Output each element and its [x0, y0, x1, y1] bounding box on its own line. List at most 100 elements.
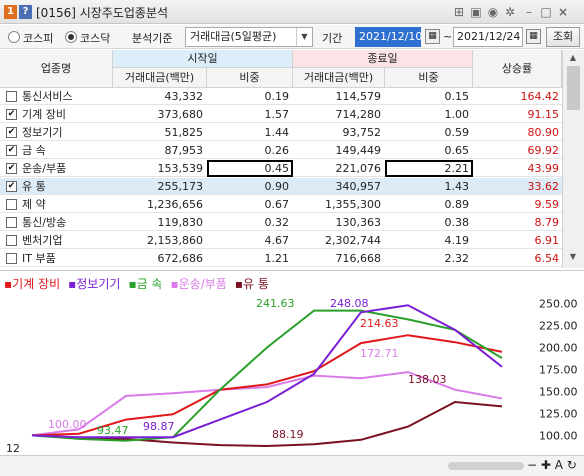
- sector-name: 기계 장비: [22, 108, 66, 121]
- end-amount: 714,280: [335, 108, 382, 121]
- chart-annotation: 93.47: [97, 424, 129, 437]
- screen-number-badge[interactable]: 1: [4, 5, 17, 19]
- chart-plot: 250.00 225.00 200.00 175.00 150.00 125.00 100.…: [31, 297, 578, 448]
- market-kosdaq-radio[interactable]: [65, 31, 77, 43]
- maximize-icon[interactable]: □: [539, 5, 553, 19]
- rise-rate: 91.15: [527, 108, 560, 121]
- row-checkbox[interactable]: ✔: [6, 163, 17, 174]
- table-scrollbar[interactable]: ▲ ▼: [562, 50, 584, 268]
- end-amount: 114,579: [335, 90, 382, 103]
- chart-annotation: 241.63: [256, 297, 295, 310]
- market-kosdaq-label[interactable]: 코스닥: [80, 30, 110, 46]
- chevron-down-icon[interactable]: ▼: [296, 28, 312, 46]
- row-checkbox[interactable]: [6, 253, 17, 264]
- start-ratio: 0.19: [264, 90, 290, 103]
- chart-annotation: 98.87: [143, 420, 175, 433]
- end-ratio: 0.89: [444, 198, 470, 211]
- end-amount: 149,449: [335, 144, 382, 157]
- header-start-ratio[interactable]: 비중: [207, 68, 293, 88]
- header-start-amount[interactable]: 거래대금(백만): [113, 68, 207, 88]
- start-ratio: 0.26: [264, 144, 290, 157]
- header-end-day: 종료일: [293, 50, 473, 68]
- start-ratio: 4.67: [264, 234, 290, 247]
- header-rise-rate[interactable]: 상승률: [473, 50, 562, 88]
- link-icon[interactable]: ⊞: [452, 5, 466, 19]
- start-amount: 255,173: [157, 180, 204, 193]
- rise-rate: 69.92: [527, 144, 560, 157]
- end-amount: 1,355,300: [325, 198, 381, 211]
- scroll-up-icon[interactable]: ▲: [566, 53, 580, 65]
- table-row[interactable]: 통신서비스 43,332 0.19 114,579 0.15 164.42: [0, 88, 562, 105]
- table-row[interactable]: 통신/방송 119,830 0.32 130,363 0.38 8.79: [0, 214, 562, 231]
- header-end-ratio[interactable]: 비중: [385, 68, 473, 88]
- row-checkbox[interactable]: [6, 235, 17, 246]
- row-checkbox[interactable]: ✔: [6, 145, 17, 156]
- end-amount: 130,363: [335, 216, 382, 229]
- end-amount: 340,957: [335, 180, 382, 193]
- title-bar: 1 ? [0156] 시장주도업종분석 ⊞ ▣ ◉ ✲ – □ ×: [0, 0, 584, 24]
- row-checkbox[interactable]: ✔: [6, 181, 17, 192]
- print-icon[interactable]: ▣: [469, 5, 483, 19]
- end-calendar-icon[interactable]: ▦: [526, 29, 541, 44]
- end-ratio: 1.43: [444, 180, 470, 193]
- period-label: 기간: [322, 32, 343, 45]
- chart-zoom-slider[interactable]: [448, 462, 524, 470]
- start-amount: 51,825: [164, 126, 204, 139]
- query-button[interactable]: 조회: [546, 27, 580, 47]
- sector-chart: ▪기계 장비 ▪정보기기 ▪금 속 ▪운송/부품 ▪유 통 250.00 225.00 20…: [0, 270, 584, 476]
- help-badge[interactable]: ?: [19, 5, 32, 19]
- scrollbar-thumb[interactable]: [567, 66, 580, 110]
- criteria-select-value: 거래대금(5일평균): [190, 30, 277, 43]
- table-row[interactable]: ✔ 금 속 87,953 0.26 149,449 0.65 69.92: [0, 142, 562, 159]
- sector-name: IT 부품: [22, 252, 56, 265]
- start-date-input[interactable]: 2021/12/10: [355, 27, 422, 47]
- settings-icon[interactable]: ✲: [503, 5, 517, 19]
- criteria-select[interactable]: 거래대금(5일평균) ▼: [185, 27, 313, 47]
- minimize-icon[interactable]: –: [522, 5, 536, 19]
- filter-toolbar: 코스피 코스닥 분석기준 거래대금(5일평균) ▼ 기간 2021/12/10 …: [0, 25, 584, 49]
- table-row[interactable]: 제 약 1,236,656 0.67 1,355,300 0.89 9.59: [0, 196, 562, 213]
- header-end-amount[interactable]: 거래대금(백만): [293, 68, 385, 88]
- market-kospi-radio[interactable]: [8, 31, 20, 43]
- end-date-input[interactable]: 2021/12/24: [453, 27, 523, 47]
- end-amount: 93,752: [342, 126, 382, 139]
- chart-annotation: 248.08: [330, 297, 369, 310]
- header-sector[interactable]: 업종명: [0, 50, 113, 88]
- start-amount: 373,680: [157, 108, 204, 121]
- table-row[interactable]: ✔ 운송/부품 153,539 0.45 221,076 2.21 43.99: [0, 160, 562, 177]
- chart-zoom-controls[interactable]: − ✚ A ↻: [527, 458, 577, 472]
- start-ratio: 1.44: [264, 126, 290, 139]
- start-calendar-icon[interactable]: ▦: [425, 29, 440, 44]
- start-ratio: 1.57: [264, 108, 290, 121]
- end-ratio: 0.65: [444, 144, 470, 157]
- end-ratio: 0.38: [444, 216, 470, 229]
- sector-name: 정보기기: [22, 126, 63, 139]
- criteria-label: 분석기준: [132, 32, 173, 45]
- row-checkbox[interactable]: ✔: [6, 109, 17, 120]
- y-tick-label: 100.00: [539, 429, 578, 442]
- close-icon[interactable]: ×: [556, 5, 570, 19]
- header-start-day: 시작일: [113, 50, 293, 68]
- start-amount: 153,539: [157, 162, 204, 175]
- camera-icon[interactable]: ◉: [486, 5, 500, 19]
- chart-annotation: 138.03: [408, 373, 447, 386]
- sector-name: 제 약: [22, 198, 46, 211]
- sector-table: 업종명 시작일 종료일 거래대금(백만) 비중 거래대금(백만) 비중 상승률 …: [0, 50, 562, 268]
- start-amount: 43,332: [164, 90, 204, 103]
- start-ratio: 0.45: [207, 160, 293, 177]
- rise-rate: 8.79: [534, 216, 560, 229]
- table-row[interactable]: ✔ 기계 장비 373,680 1.57 714,280 1.00 91.15: [0, 106, 562, 123]
- row-checkbox[interactable]: [6, 91, 17, 102]
- table-row[interactable]: IT 부품 672,686 1.21 716,668 2.32 6.54: [0, 250, 562, 267]
- table-row[interactable]: ✔ 유 통 255,173 0.90 340,957 1.43 33.62: [0, 178, 562, 195]
- table-row[interactable]: 벤처기업 2,153,860 4.67 2,302,744 4.19 6.91: [0, 232, 562, 249]
- row-checkbox[interactable]: [6, 199, 17, 210]
- table-row[interactable]: ✔ 정보기기 51,825 1.44 93,752 0.59 80.90: [0, 124, 562, 141]
- row-checkbox[interactable]: ✔: [6, 127, 17, 138]
- y-tick-label: 175.00: [539, 363, 578, 376]
- rise-rate: 43.99: [527, 162, 560, 175]
- market-kospi-label[interactable]: 코스피: [23, 30, 53, 46]
- end-ratio: 0.15: [444, 90, 470, 103]
- row-checkbox[interactable]: [6, 217, 17, 228]
- scroll-down-icon[interactable]: ▼: [566, 252, 580, 264]
